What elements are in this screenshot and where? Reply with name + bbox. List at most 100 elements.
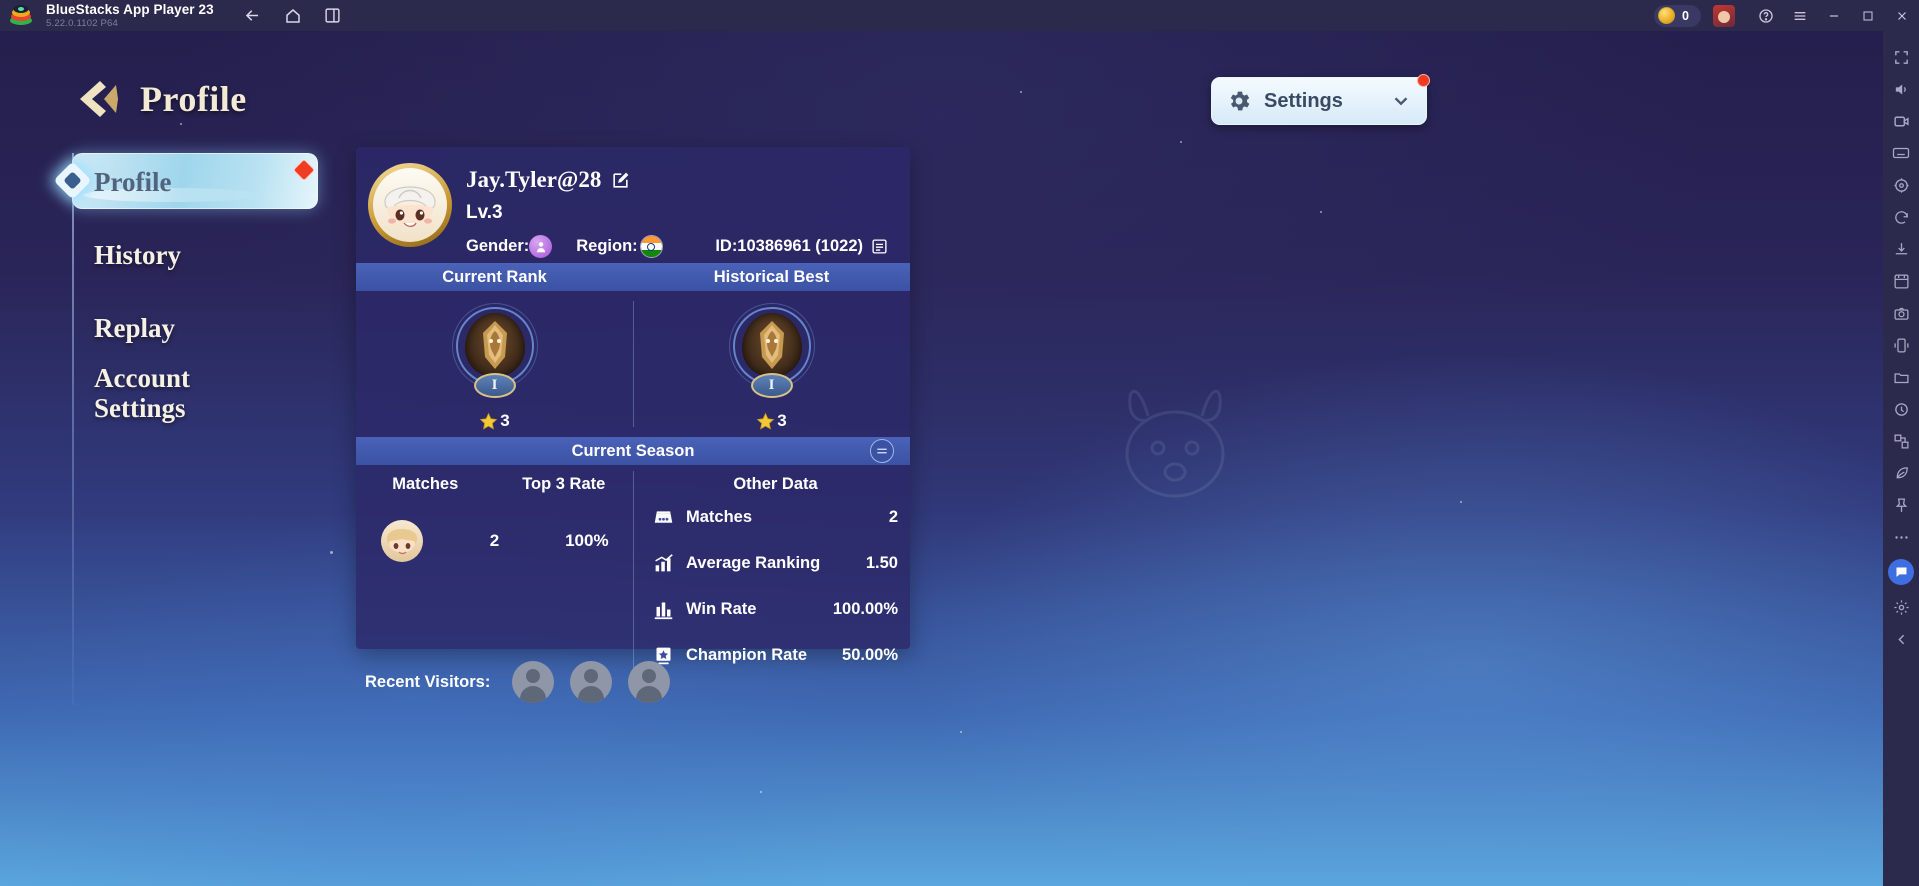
region-label: Region: bbox=[576, 237, 638, 255]
player-level: Lv.3 bbox=[466, 202, 503, 223]
sidebar-item-label: Replay bbox=[94, 312, 175, 343]
swap-season-icon[interactable] bbox=[870, 439, 894, 463]
current-rank-header: Current Rank bbox=[442, 267, 547, 286]
close-icon[interactable] bbox=[1885, 0, 1919, 31]
bluestacks-sidebar bbox=[1883, 31, 1919, 886]
fullscreen-icon[interactable] bbox=[1886, 41, 1916, 73]
visitor-avatar[interactable] bbox=[628, 661, 671, 703]
game-viewport: Profile Settings Profile History Replay … bbox=[0, 31, 1883, 886]
volume-icon[interactable] bbox=[1886, 73, 1916, 105]
star-icon bbox=[479, 412, 498, 430]
other-data-header: Other Data bbox=[733, 475, 818, 493]
screenshot-icon[interactable] bbox=[1886, 265, 1916, 297]
user-avatar-icon[interactable] bbox=[1713, 4, 1735, 27]
sidebar-item-label: Profile bbox=[94, 167, 172, 197]
star-speck bbox=[180, 123, 182, 125]
sidebar-item-history[interactable]: History bbox=[72, 227, 322, 283]
recent-visitors: Recent Visitors: bbox=[365, 661, 671, 703]
settings-button[interactable]: Settings bbox=[1211, 74, 1430, 125]
rank-star-count: 3 bbox=[777, 411, 787, 430]
rotate-icon[interactable] bbox=[1886, 201, 1916, 233]
player-id-row: ID:10386961 (1022) bbox=[715, 237, 900, 256]
help-icon[interactable] bbox=[1749, 0, 1783, 31]
season-left-headers: Matches Top 3 Rate bbox=[356, 465, 633, 494]
star-speck bbox=[960, 731, 962, 733]
sidebar-item-profile[interactable]: Profile bbox=[53, 153, 322, 209]
shake-icon[interactable] bbox=[1886, 329, 1916, 361]
mascot-watermark-icon bbox=[1125, 389, 1225, 498]
more-icon[interactable] bbox=[1886, 521, 1916, 553]
season-stats: Matches Top 3 Rate 2 100% Other Data Mat… bbox=[356, 465, 910, 685]
app-version: 5.22.0.1102 P64 bbox=[46, 18, 119, 29]
back-chevron-icon[interactable] bbox=[70, 75, 122, 123]
star-speck bbox=[1320, 211, 1322, 213]
star-speck bbox=[1180, 141, 1182, 143]
multi-instance-sync-icon[interactable] bbox=[1886, 425, 1916, 457]
season-left-stats: Matches Top 3 Rate 2 100% bbox=[356, 465, 633, 685]
location-icon[interactable] bbox=[1886, 169, 1916, 201]
coin-value: 0 bbox=[1682, 8, 1689, 23]
star-speck bbox=[1020, 91, 1022, 93]
star-speck bbox=[1460, 501, 1462, 503]
star-icon bbox=[756, 412, 775, 430]
scoreboard-icon bbox=[654, 510, 673, 523]
sidebar-item-account-settings[interactable]: Account Settings bbox=[72, 363, 322, 437]
minimize-icon[interactable] bbox=[1817, 0, 1851, 31]
identity-header: Jay.Tyler@28 Lv.3 Gender: Region: ID:103… bbox=[356, 147, 910, 263]
username: Jay.Tyler@28 bbox=[466, 167, 602, 192]
page-title: Profile bbox=[140, 79, 247, 119]
edit-pencil-icon[interactable] bbox=[611, 171, 630, 190]
avatar[interactable] bbox=[368, 163, 452, 247]
season-other-data: Other Data Matches 2 Average Ranking 1.5… bbox=[633, 465, 910, 685]
india-flag-icon bbox=[639, 235, 663, 258]
video-icon[interactable] bbox=[1886, 105, 1916, 137]
stat-label: Matches bbox=[686, 507, 753, 526]
stat-value: 50.00% bbox=[842, 645, 898, 664]
stat-row-matches: Matches 2 bbox=[653, 494, 898, 540]
profile-card: Jay.Tyler@28 Lv.3 Gender: Region: ID:103… bbox=[356, 147, 910, 677]
pin-icon[interactable] bbox=[1886, 489, 1916, 521]
rank-badges: I 3 I 3 bbox=[356, 291, 910, 437]
sidebar-item-label: History bbox=[94, 239, 181, 270]
coin-balance-button[interactable]: 0 bbox=[1654, 4, 1701, 27]
eco-mode-icon[interactable] bbox=[1886, 457, 1916, 489]
matches-value-cell: 2 bbox=[448, 531, 540, 551]
keyboard-icon[interactable] bbox=[1886, 137, 1916, 169]
camera-icon[interactable] bbox=[1886, 297, 1916, 329]
titlebar-right-controls: 0 bbox=[1654, 0, 1919, 31]
top3rate-value: 100% bbox=[565, 531, 609, 550]
gear-icon[interactable] bbox=[1886, 591, 1916, 623]
collapse-icon[interactable] bbox=[1886, 623, 1916, 655]
stat-value: 1.50 bbox=[865, 553, 898, 572]
rank-header-band: Current Rank Historical Best bbox=[356, 263, 910, 291]
season-header-band: Current Season bbox=[356, 437, 910, 465]
chat-icon[interactable] bbox=[1888, 559, 1914, 585]
sidebar-item-replay[interactable]: Replay bbox=[72, 300, 322, 356]
visitor-avatar[interactable] bbox=[570, 661, 613, 703]
back-arrow-icon[interactable] bbox=[242, 5, 264, 27]
top3rate-value-cell: 100% bbox=[541, 531, 633, 551]
home-icon[interactable] bbox=[282, 5, 304, 27]
hamburger-menu-icon[interactable] bbox=[1783, 0, 1817, 31]
install-apk-icon[interactable] bbox=[1886, 233, 1916, 265]
visitor-avatar[interactable] bbox=[512, 661, 555, 703]
recent-visitors-label: Recent Visitors: bbox=[365, 672, 491, 691]
stat-label: Win Rate bbox=[686, 599, 757, 618]
eagle-rank-medal-icon: I bbox=[728, 303, 815, 398]
maximize-icon[interactable] bbox=[1851, 0, 1885, 31]
player-id: ID:10386961 (1022) bbox=[715, 237, 863, 255]
settings-label: Settings bbox=[1264, 89, 1343, 112]
hero-avatar-cell[interactable] bbox=[356, 520, 448, 562]
eagle-rank-medal-icon: I bbox=[451, 303, 538, 398]
player-avatar-image bbox=[373, 168, 447, 242]
multi-instance-icon[interactable] bbox=[322, 5, 344, 27]
gender-unknown-icon bbox=[529, 235, 553, 258]
rank-tier-chip: I bbox=[473, 373, 516, 398]
macro-icon[interactable] bbox=[1886, 393, 1916, 425]
bluestacks-logo-icon bbox=[10, 4, 32, 27]
profile-meta-row: Gender: Region: ID:10386961 (1022) bbox=[466, 235, 900, 258]
copy-icon[interactable] bbox=[871, 238, 888, 255]
media-manager-icon[interactable] bbox=[1886, 361, 1916, 393]
stat-label: Average Ranking bbox=[686, 553, 821, 572]
gender-label: Gender: bbox=[466, 237, 530, 255]
